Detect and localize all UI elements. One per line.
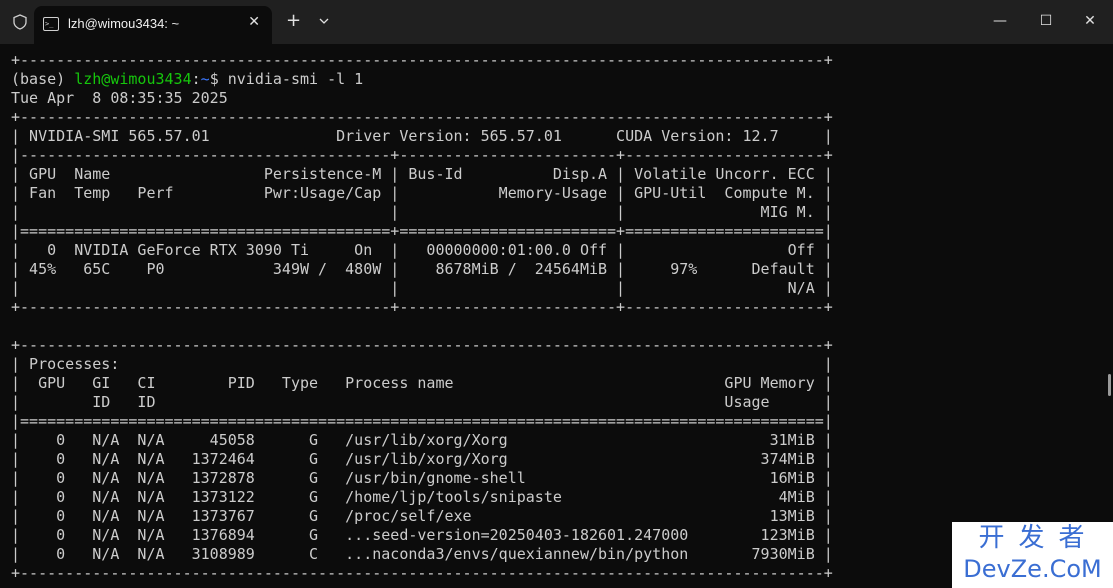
terminal-tab[interactable]: >_ lzh@wimou3434: ~ ✕ [34,6,272,44]
scrollbar-thumb[interactable] [1108,374,1111,396]
watermark-en: DevZe.CoM [963,555,1102,583]
chevron-down-icon[interactable] [317,14,331,28]
prompt-separator: : [191,70,201,88]
new-tab-button[interactable]: + [286,11,301,31]
title-bar: >_ lzh@wimou3434: ~ ✕ + — ☐ ✕ [0,0,1113,44]
command-text: nvidia-smi -l 1 [227,70,364,88]
minimize-button[interactable]: — [977,6,1023,36]
tab-title: lzh@wimou3434: ~ [68,16,180,31]
top-border-line: +---------------------------------------… [11,51,833,69]
prompt-user: lzh@wimou3434 [74,70,192,88]
terminal-area[interactable]: +---------------------------------------… [0,44,1113,588]
prompt-dollar: $ [209,70,228,88]
close-button[interactable]: ✕ [1067,6,1113,36]
watermark-logo: 开发者 DevZe.CoM [952,522,1113,588]
prompt-env: (base) [11,70,75,88]
prompt-path: ~ [200,70,210,88]
tab-close-icon[interactable]: ✕ [248,14,260,30]
terminal-icon: >_ [43,17,59,31]
nvidia-smi-output: Tue Apr 8 08:35:35 2025 +---------------… [11,89,833,582]
maximize-button[interactable]: ☐ [1023,6,1069,36]
watermark-cn: 开发者 [978,523,1099,553]
terminal-output: +---------------------------------------… [11,51,833,583]
shield-icon[interactable] [12,14,28,30]
